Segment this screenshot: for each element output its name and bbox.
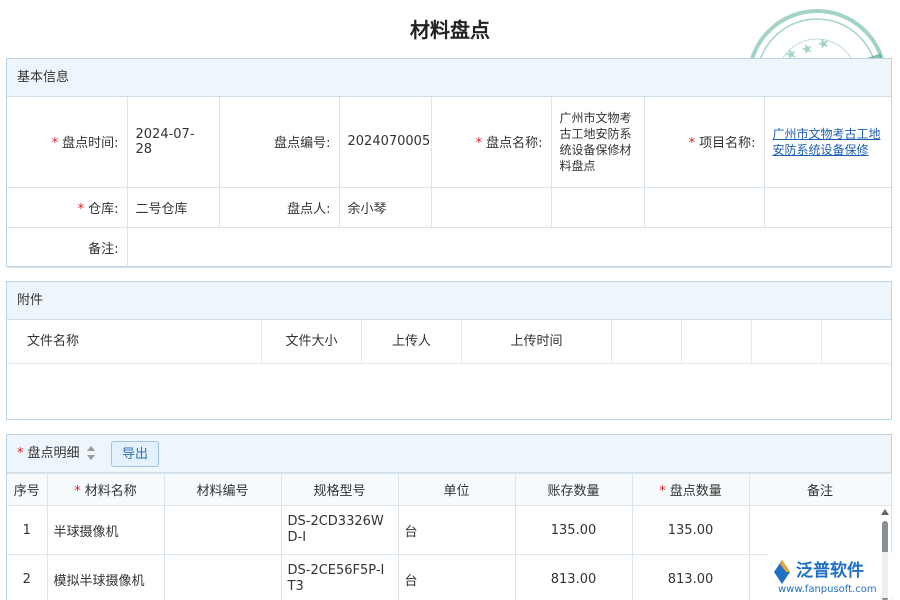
attachments-panel: 附件 文件名称 文件大小 上传人 上传时间 [6, 281, 892, 420]
name-label: *盘点名称: [431, 97, 551, 187]
column-uploader: 上传人 [362, 320, 462, 363]
table-row[interactable]: 2 模拟半球摄像机 DS-2CE56F5P-IT3 台 813.00 813.0… [7, 555, 891, 600]
basic-info-table: *盘点时间: 2024-07-28 盘点编号: 2024070005 *盘点名称… [7, 97, 891, 268]
column-material-code: 材料编号 [164, 474, 281, 506]
attachments-column-headers: 文件名称 文件大小 上传人 上传时间 [7, 320, 891, 364]
export-button[interactable]: 导出 [111, 441, 159, 467]
empty-cell [551, 187, 644, 227]
attachments-header: 附件 [7, 282, 891, 320]
warehouse-value[interactable]: 二号仓库 [127, 187, 219, 227]
row-unit[interactable]: 台 [398, 506, 515, 555]
svg-text:泛普软件: 泛普软件 [796, 560, 864, 581]
row-no: 2 [7, 555, 47, 600]
column-spacer [682, 320, 752, 363]
empty-cell [764, 187, 891, 227]
row-book-qty: 813.00 [515, 555, 632, 600]
fanpu-logo: 泛普软件 www.fanpusoft.com [768, 552, 894, 598]
project-value[interactable]: 广州市文物考古工地安防系统设备保修 [764, 97, 891, 187]
column-book-qty: 账存数量 [515, 474, 632, 506]
column-file-size: 文件大小 [262, 320, 362, 363]
column-count-qty: *盘点数量 [632, 474, 749, 506]
counter-label: 盘点人: [219, 187, 339, 227]
name-value[interactable]: 广州市文物考古工地安防系统设备保修材料盘点 [551, 97, 644, 187]
scroll-up-arrow[interactable] [881, 509, 889, 515]
column-upload-time: 上传时间 [462, 320, 612, 363]
row-spec[interactable]: DS-2CD3326WD-I [281, 506, 398, 555]
column-spacer [752, 320, 822, 363]
counter-value[interactable]: 余小琴 [339, 187, 431, 227]
detail-toolbar: *盘点明细 导出 [7, 435, 891, 473]
row-spec[interactable]: DS-2CE56F5P-IT3 [281, 555, 398, 600]
svg-text:www.fanpusoft.com: www.fanpusoft.com [778, 584, 877, 595]
empty-cell [644, 187, 764, 227]
row-count-qty[interactable]: 813.00 [632, 555, 749, 600]
basic-info-panel: 基本信息 *盘点时间: 2024-07-28 盘点编号: 2024070005 … [6, 58, 892, 267]
column-unit: 单位 [398, 474, 515, 506]
warehouse-label: *仓库: [7, 187, 127, 227]
table-row[interactable]: 1 半球摄像机 DS-2CD3326WD-I 台 135.00 135.00 [7, 506, 891, 555]
basic-info-header: 基本信息 [7, 59, 891, 97]
project-label: *项目名称: [644, 97, 764, 187]
sort-icon[interactable] [87, 446, 95, 460]
row-material-name[interactable]: 模拟半球摄像机 [47, 555, 164, 600]
date-label: *盘点时间: [7, 97, 127, 187]
column-material-name: *材料名称 [47, 474, 164, 506]
detail-title: *盘点明细 [17, 435, 95, 473]
number-label: 盘点编号: [219, 97, 339, 187]
empty-cell [431, 187, 551, 227]
column-remark: 备注 [749, 474, 891, 506]
column-file-name: 文件名称 [7, 320, 262, 363]
detail-table: 序号 *材料名称 材料编号 规格型号 单位 账存数量 *盘点数量 备注 1 半球… [7, 473, 892, 600]
column-spacer [612, 320, 682, 363]
remark-label: 备注: [7, 227, 127, 267]
remark-value[interactable] [127, 227, 891, 267]
date-value[interactable]: 2024-07-28 [127, 97, 219, 187]
number-value[interactable]: 2024070005 [339, 97, 431, 187]
row-book-qty: 135.00 [515, 506, 632, 555]
row-remark[interactable] [749, 506, 891, 555]
row-material-code[interactable] [164, 555, 281, 600]
detail-panel: *盘点明细 导出 序号 *材料名称 材料编号 规格型号 单位 账存数量 *盘点数… [6, 434, 892, 600]
row-material-name[interactable]: 半球摄像机 [47, 506, 164, 555]
project-link[interactable]: 广州市文物考古工地安防系统设备保修 [773, 127, 881, 157]
row-material-code[interactable] [164, 506, 281, 555]
row-no: 1 [7, 506, 47, 555]
row-unit[interactable]: 台 [398, 555, 515, 600]
row-count-qty[interactable]: 135.00 [632, 506, 749, 555]
column-spec: 规格型号 [281, 474, 398, 506]
column-no: 序号 [7, 474, 47, 506]
